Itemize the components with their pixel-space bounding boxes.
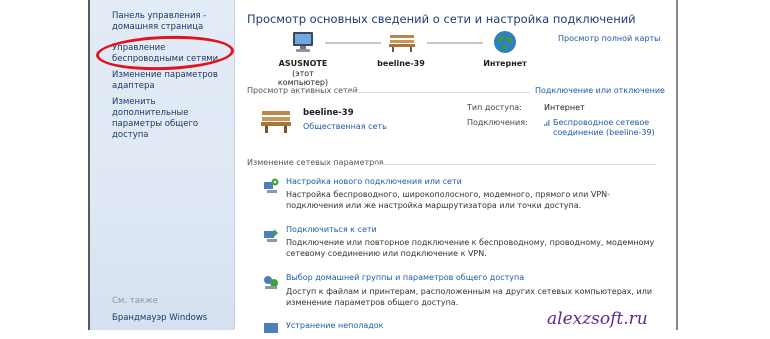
connect-to-network-link[interactable]: Подключиться к сети [286, 225, 377, 234]
window-outside-left [0, 0, 88, 330]
connections-label: Подключения: [467, 118, 528, 127]
watermark-text: alexzsoft.ru [547, 309, 648, 329]
access-type-label: Тип доступа: [467, 103, 522, 112]
map-network-node: beeline-39 [371, 59, 431, 68]
homegroup-sharing-link[interactable]: Выбор домашней группы и параметров общег… [286, 273, 524, 282]
homegroup-sharing-icon [264, 276, 278, 289]
connect-to-network-icon [264, 229, 278, 242]
map-network-name-label: beeline-39 [377, 59, 425, 68]
nav-see-also-heading: См. также [112, 296, 158, 306]
active-networks-heading: Просмотр активных сетей [247, 86, 358, 95]
active-network-bench-icon [261, 111, 291, 133]
nav-control-panel-home-link[interactable]: Панель управления - домашняя страница [112, 11, 230, 33]
wireless-signal-icon [544, 120, 550, 126]
troubleshoot-link[interactable]: Устранение неполадок [286, 321, 384, 330]
connect-to-network-description: Подключение или повторное подключение к … [286, 238, 655, 258]
window-outside-right [678, 0, 770, 330]
map-internet-label: Интернет [483, 59, 527, 68]
change-settings-heading: Изменение сетевых параметров [247, 158, 384, 167]
internet-globe-icon[interactable] [493, 30, 517, 54]
computer-name-label: ASUSNOTE [278, 59, 328, 68]
new-connection-icon [264, 178, 279, 193]
nav-change-adapter-settings-link[interactable]: Изменение параметров адаптера [112, 70, 230, 92]
connection-line-computer-network [325, 42, 381, 44]
troubleshoot-icon [264, 323, 278, 333]
homegroup-sharing-description: Доступ к файлам и принтерам, расположенн… [286, 287, 653, 307]
bench-network-icon[interactable] [389, 32, 415, 52]
access-type-value: Интернет [544, 103, 585, 112]
setup-new-connection-link[interactable]: Настройка нового подключения или сети [286, 177, 462, 186]
nav-windows-firewall-link[interactable]: Брандмауэр Windows [112, 313, 230, 324]
connection-line-network-internet [427, 42, 483, 44]
setup-new-connection-description: Настройка беспроводного, широкополосного… [286, 190, 611, 210]
map-internet-node: Интернет [475, 59, 535, 68]
wireless-connection-link[interactable]: Беспроводное сетевое соединение (beeline… [553, 118, 671, 138]
change-settings-divider [375, 164, 656, 165]
nav-advanced-sharing-settings-link[interactable]: Изменить дополнительные параметры общего… [112, 97, 230, 141]
connect-or-disconnect-link[interactable]: Подключение или отключение [535, 86, 665, 95]
computer-icon[interactable] [290, 31, 316, 53]
main-content: Просмотр основных сведений о сети и наст… [235, 0, 676, 333]
view-full-map-link[interactable]: Просмотр полной карты [558, 34, 661, 43]
page-title: Просмотр основных сведений о сети и наст… [247, 12, 636, 26]
active-networks-divider [345, 92, 530, 93]
active-network-name: beeline-39 [303, 108, 354, 118]
this-computer-label: (этот компьютер) [277, 69, 329, 87]
network-location-type-link[interactable]: Общественная сеть [303, 122, 387, 131]
map-computer-node: ASUSNOTE (этот компьютер) [271, 59, 335, 87]
